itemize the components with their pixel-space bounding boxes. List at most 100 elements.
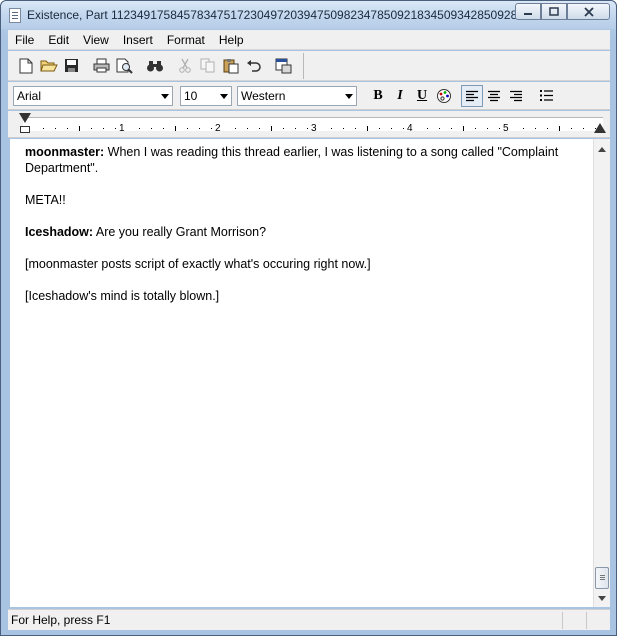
maximize-button[interactable] xyxy=(541,3,567,20)
bullets-button[interactable] xyxy=(535,85,557,107)
ruler-dot xyxy=(499,128,500,129)
ruler-dot xyxy=(247,128,248,129)
script-dropdown[interactable]: Western xyxy=(237,85,357,106)
font-name-dropdown[interactable]: Arial xyxy=(13,85,173,106)
menu-edit[interactable]: Edit xyxy=(41,33,76,47)
menu-view[interactable]: View xyxy=(76,33,116,47)
status-text: For Help, press F1 xyxy=(11,613,111,627)
status-bar: For Help, press F1 xyxy=(8,609,610,630)
color-button[interactable] xyxy=(433,85,455,107)
chevron-down-icon xyxy=(161,93,169,99)
first-line-indent-marker[interactable] xyxy=(19,113,31,123)
left-indent-marker[interactable] xyxy=(20,126,30,133)
chevron-up-icon xyxy=(598,146,606,152)
ruler-dot xyxy=(331,128,332,129)
open-button[interactable] xyxy=(37,55,60,77)
menu-help[interactable]: Help xyxy=(212,33,251,47)
ruler-dot xyxy=(259,128,260,129)
ruler-tick xyxy=(367,126,368,131)
ruler-dot xyxy=(535,128,536,129)
ruler-dot xyxy=(163,128,164,129)
ruler-dot xyxy=(379,128,380,129)
ruler[interactable]: 1 2 3 4 5 xyxy=(8,111,610,138)
standard-toolbar xyxy=(8,51,610,81)
ruler-dot xyxy=(199,128,200,129)
chevron-down-icon xyxy=(345,93,353,99)
right-indent-marker[interactable] xyxy=(594,123,606,133)
ruler-dot xyxy=(235,128,236,129)
document-app-icon[interactable] xyxy=(9,7,21,23)
paragraph-text: When I was reading this thread earlier, … xyxy=(25,145,559,175)
bold-button[interactable]: B xyxy=(367,85,389,107)
align-left-icon xyxy=(466,90,478,101)
menu-bar: File Edit View Insert Format Help xyxy=(8,30,610,50)
menu-insert[interactable]: Insert xyxy=(116,33,160,47)
scroll-down-button[interactable] xyxy=(594,590,610,606)
ruler-dot xyxy=(571,128,572,129)
copy-button[interactable] xyxy=(196,55,219,77)
align-right-icon xyxy=(510,90,522,101)
paste-button[interactable] xyxy=(219,55,242,77)
scroll-up-button[interactable] xyxy=(594,141,610,157)
bullet-list-icon xyxy=(539,90,553,101)
ruler-dot xyxy=(211,128,212,129)
ruler-dot xyxy=(475,128,476,129)
paste-icon xyxy=(223,58,238,73)
ruler-dot xyxy=(67,128,68,129)
window-title: Existence, Part 112349175845783475172304… xyxy=(27,8,517,22)
align-center-button[interactable] xyxy=(483,85,505,107)
ruler-dot xyxy=(391,128,392,129)
ruler-dot xyxy=(283,128,284,129)
chevron-down-icon xyxy=(598,595,606,601)
close-icon xyxy=(583,6,594,17)
align-center-icon xyxy=(488,90,500,101)
insert-date-time-icon xyxy=(275,58,292,73)
menu-format[interactable]: Format xyxy=(160,33,212,47)
document-editor[interactable]: moonmaster: When I was reading this thre… xyxy=(10,139,593,607)
insert-object-button[interactable] xyxy=(272,55,295,77)
ruler-dot xyxy=(427,128,428,129)
close-button[interactable] xyxy=(567,3,610,20)
resize-grip[interactable] xyxy=(586,611,610,629)
ruler-strip: 1 2 3 4 5 xyxy=(23,117,603,134)
font-size-value: 10 xyxy=(184,88,198,103)
ruler-dot xyxy=(187,128,188,129)
ruler-dot xyxy=(451,128,452,129)
new-document-button[interactable] xyxy=(14,55,37,77)
document-paragraph: [moonmaster posts script of exactly what… xyxy=(25,256,583,272)
align-right-button[interactable] xyxy=(505,85,527,107)
paragraph-text: Are you really Grant Morrison? xyxy=(93,225,267,239)
ruler-tick xyxy=(463,126,464,131)
cut-button[interactable] xyxy=(173,55,196,77)
scrollbar-thumb[interactable] xyxy=(595,567,609,589)
underline-button[interactable]: U xyxy=(411,85,433,107)
format-bar: Arial 10 Western B I U xyxy=(8,82,610,110)
save-button[interactable] xyxy=(60,55,83,77)
speaker-name: moonmaster: xyxy=(25,145,105,159)
ruler-dot xyxy=(139,128,140,129)
ruler-tick xyxy=(271,126,272,131)
title-bar[interactable]: Existence, Part 112349175845783475172304… xyxy=(1,1,616,29)
save-icon xyxy=(65,59,78,72)
font-size-dropdown[interactable]: 10 xyxy=(180,85,232,106)
ruler-dot xyxy=(91,128,92,129)
print-icon xyxy=(93,58,110,73)
copy-icon xyxy=(200,58,215,73)
ruler-dot xyxy=(115,128,116,129)
maximize-icon xyxy=(549,7,559,16)
print-preview-button[interactable] xyxy=(113,55,136,77)
ruler-number: 2 xyxy=(215,123,221,134)
print-button[interactable] xyxy=(90,55,113,77)
ruler-tick xyxy=(175,126,176,131)
ruler-tick xyxy=(559,126,560,131)
find-button[interactable] xyxy=(143,55,166,77)
undo-button[interactable] xyxy=(242,55,265,77)
align-left-button[interactable] xyxy=(461,84,483,107)
menu-file[interactable]: File xyxy=(8,33,41,47)
minimize-button[interactable] xyxy=(515,3,541,20)
binoculars-icon xyxy=(146,60,163,71)
vertical-scrollbar[interactable] xyxy=(593,139,610,607)
chevron-down-icon xyxy=(220,93,228,99)
paragraph-text: META!! xyxy=(25,193,66,207)
italic-button[interactable]: I xyxy=(389,85,411,107)
